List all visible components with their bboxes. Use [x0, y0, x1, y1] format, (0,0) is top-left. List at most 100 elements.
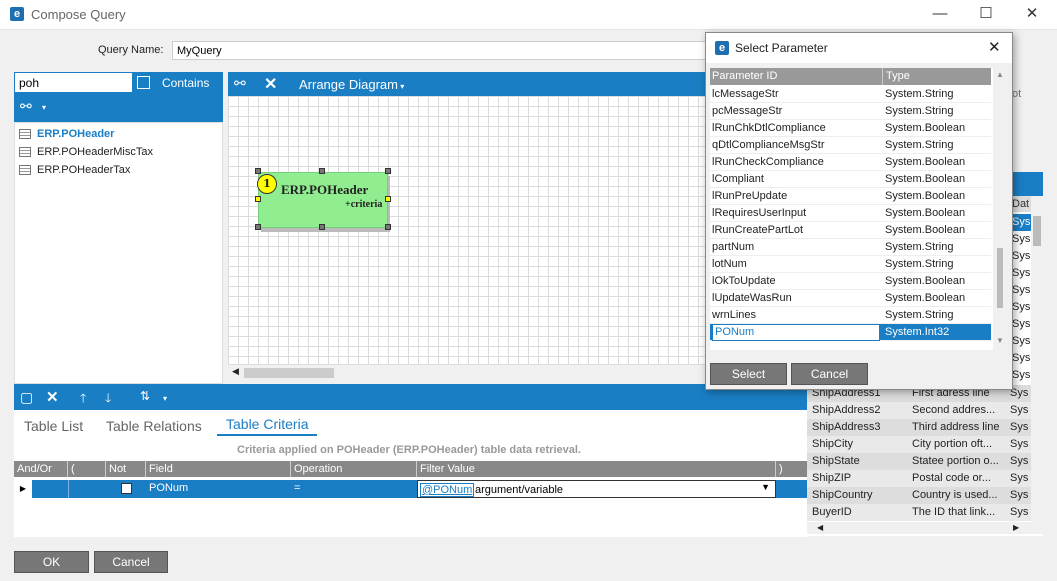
table-row[interactable]: ShipCountry Country is used... Sys [807, 487, 1039, 504]
close-button[interactable]: ✕ [1009, 0, 1055, 28]
arrange-diagram-button[interactable]: Arrange Diagram ▾ [299, 77, 404, 92]
dropdown-arrow-icon[interactable]: ▼ [761, 482, 770, 492]
table-row[interactable]: lOkToUpdate System.Boolean [710, 273, 991, 290]
select-button[interactable]: Select [710, 363, 787, 385]
parameter-type-cell: System.String [885, 309, 954, 321]
move-up-icon[interactable]: 🡑 [80, 389, 86, 410]
tab-table-relations[interactable]: Table Relations [106, 418, 202, 436]
tab-table-list[interactable]: Table List [24, 418, 83, 436]
scroll-left-icon[interactable]: ◀ [232, 366, 239, 377]
parameter-list: Parameter ID Type lcMessageStr System.Str… [710, 68, 1007, 350]
not-checkbox[interactable] [121, 483, 132, 494]
scroll-down-icon[interactable]: ▼ [996, 336, 1004, 345]
parameter-type-cell: System.Int32 [885, 326, 950, 338]
table-row[interactable]: wrnLines System.String [710, 307, 991, 324]
table-row[interactable]: lUpdateWasRun System.Boolean [710, 290, 991, 307]
parameter-type-cell: System.Boolean [885, 292, 966, 304]
type-cell: Sys [1010, 421, 1029, 433]
delete-icon[interactable]: ✕ [46, 388, 59, 406]
contains-label: Contains [162, 76, 210, 90]
field-cell[interactable]: PONum [146, 480, 291, 497]
operation-cell[interactable]: = [291, 480, 417, 497]
delete-icon[interactable]: ✕ [264, 74, 277, 94]
filter-value-dropdown[interactable]: @PONum argument/variable ▼ [417, 480, 776, 498]
dropdown-arrow-icon[interactable]: ▾ [42, 103, 46, 112]
table-row[interactable]: lcMessageStr System.String [710, 86, 991, 103]
scroll-thumb[interactable] [997, 248, 1003, 308]
table-row[interactable]: partNum System.String [710, 239, 991, 256]
cell-divider [68, 480, 69, 498]
table-search-input[interactable] [15, 73, 132, 92]
table-node-poheader[interactable]: 1 ERP.POHeader +criteria [257, 172, 388, 228]
diagram-canvas[interactable]: 1 ERP.POHeader +criteria [228, 96, 708, 364]
resize-handle[interactable] [385, 168, 391, 174]
type-cell: Sys [1010, 506, 1029, 518]
parameter-type-cell: System.String [885, 88, 954, 100]
query-name-input[interactable] [172, 41, 712, 60]
diagram-hscroll[interactable]: ◀ [228, 364, 708, 380]
link-icon[interactable]: ⚯ [234, 75, 246, 92]
resize-handle[interactable] [385, 196, 391, 202]
filter-param-token[interactable]: @PONum [420, 483, 475, 497]
table-row[interactable]: ShipAddress3 Third address line Sys [807, 419, 1039, 436]
field-list-hscroll[interactable]: ◀ ▶ [807, 522, 1043, 534]
table-row[interactable]: lRequiresUserInput System.Boolean [710, 205, 991, 222]
table-row[interactable]: ShipZIP Postal code or... Sys [807, 470, 1039, 487]
table-row[interactable]: lRunCreatePartLot System.Boolean [710, 222, 991, 239]
tree-item-poheadermisctax[interactable]: ERP.POHeaderMiscTax [15, 143, 222, 161]
field-desc-cell: Postal code or... [912, 472, 991, 484]
parameter-id-cell: lRunCheckCompliance [712, 156, 824, 168]
table-row[interactable]: ShipState Statee portion o... Sys [807, 453, 1039, 470]
table-row[interactable]: lotNum System.String [710, 256, 991, 273]
table-row[interactable]: lRunChkDtlCompliance System.Boolean [710, 120, 991, 137]
cancel-button[interactable]: Cancel [94, 551, 168, 573]
table-row[interactable]: lRunPreUpdate System.Boolean [710, 188, 991, 205]
field-name-cell: ShipAddress2 [812, 404, 881, 416]
contains-checkbox[interactable] [137, 76, 150, 89]
dialog-title-bar: e Select Parameter ✕ [706, 33, 1012, 63]
field-list-vscroll[interactable] [1031, 196, 1043, 522]
tree-item-poheader[interactable]: ERP.POHeader [15, 125, 222, 143]
scroll-left-icon[interactable]: ◀ [817, 523, 823, 532]
resize-handle[interactable] [255, 196, 261, 202]
maximize-button[interactable]: ☐ [963, 0, 1009, 28]
table-row[interactable]: pcMessageStr System.String [710, 103, 991, 120]
dialog-cancel-button[interactable]: Cancel [791, 363, 868, 385]
parameter-id-cell: lCompliant [712, 173, 764, 185]
sort-icon[interactable]: ⇅ [140, 389, 150, 403]
column-header: Operation [291, 461, 417, 477]
tab-table-criteria[interactable]: Table Criteria [217, 416, 318, 436]
dialog-close-icon[interactable]: ✕ [988, 38, 1001, 56]
ok-button[interactable]: OK [14, 551, 89, 573]
criteria-caption: Criteria applied on POHeader (ERP.POHead… [237, 444, 581, 456]
resize-handle[interactable] [255, 168, 261, 174]
resize-handle[interactable] [255, 224, 261, 230]
app-logo-icon: e [715, 41, 729, 55]
row-selector-icon[interactable]: ▶ [14, 480, 32, 498]
tree-item-poheadertax[interactable]: ERP.POHeaderTax [15, 161, 222, 179]
scroll-right-icon[interactable]: ▶ [1013, 523, 1019, 532]
dropdown-arrow-icon[interactable]: ▾ [163, 394, 167, 403]
title-bar: e Compose Query — ☐ ✕ [0, 0, 1057, 30]
new-icon[interactable]: ▢ [20, 389, 33, 406]
table-row[interactable]: BuyerID The ID that link... Sys [807, 504, 1039, 521]
table-row[interactable]: lCompliant System.Boolean [710, 171, 991, 188]
move-down-icon[interactable]: 🡓 [105, 389, 111, 410]
table-row[interactable]: PONum System.Int32 [710, 324, 991, 341]
minimize-button[interactable]: — [917, 0, 963, 28]
table-row[interactable]: lRunCheckCompliance System.Boolean [710, 154, 991, 171]
table-row[interactable]: ▶ PONum = @PONum argument/variable ▼ [14, 480, 807, 498]
parameter-list-vscroll[interactable]: ▲ ▼ [993, 68, 1007, 350]
table-row[interactable]: qDtlComplianceMsgStr System.String [710, 137, 991, 154]
column-header: Type [882, 68, 991, 85]
resize-handle[interactable] [319, 168, 325, 174]
table-row[interactable]: ShipAddress2 Second addres... Sys [807, 402, 1039, 419]
column-header: Filter Value [417, 461, 776, 477]
resize-handle[interactable] [385, 224, 391, 230]
scroll-thumb[interactable] [244, 368, 334, 378]
link-icon[interactable]: ⚯ [20, 98, 32, 115]
resize-handle[interactable] [319, 224, 325, 230]
scroll-thumb[interactable] [1033, 216, 1041, 246]
scroll-up-icon[interactable]: ▲ [996, 70, 1004, 79]
table-row[interactable]: ShipCity City portion oft... Sys [807, 436, 1039, 453]
